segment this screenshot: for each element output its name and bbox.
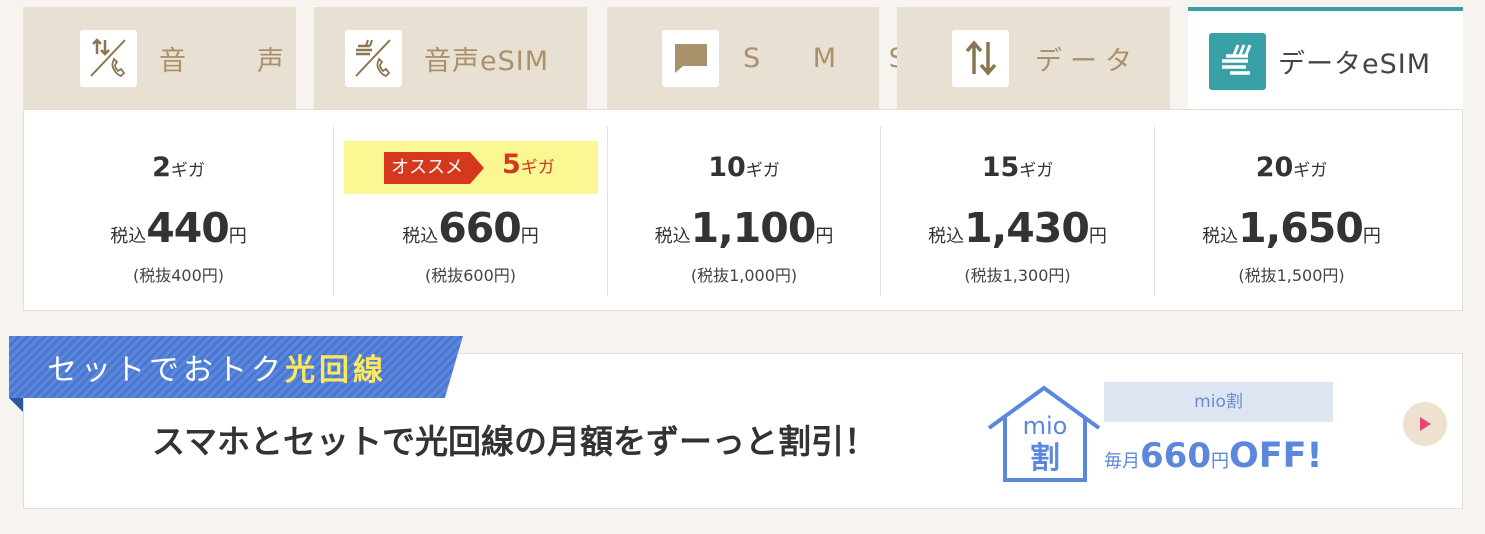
recommend-highlight: オススメ 5ギガ (344, 141, 598, 194)
logo-text-mio: mio (1023, 412, 1068, 440)
price-tax-excluded: (税抜600円) (424, 266, 517, 285)
data-amount: 2ギガ (152, 152, 205, 183)
price-tax-included: 税込1,100円 (654, 204, 834, 252)
price-tax-included: 税込1,430円 (928, 204, 1107, 252)
banner-next-button[interactable] (1403, 402, 1447, 446)
play-arrow-icon (1420, 417, 1431, 431)
tab-label: 音 声 (159, 45, 306, 77)
price-table: 2ギガ 税込440円 (税抜400円) オススメ 5ギガ 税込660円 (税抜6… (23, 109, 1463, 311)
price-tax-excluded: (税抜1,300円) (964, 266, 1071, 285)
tab-label: データ (1035, 45, 1140, 77)
voice-esim-icon (345, 29, 402, 87)
tab-label: データeSIM (1278, 48, 1432, 80)
banner-ribbon-fold (9, 398, 23, 412)
ribbon-highlight: 光回線 (285, 353, 387, 388)
plan-20gb[interactable]: 20ギガ 税込1,650円 (税抜1,500円) (1154, 126, 1462, 296)
data-amount: 5ギガ (502, 149, 555, 180)
tab-voice[interactable]: 音 声 (23, 7, 296, 109)
plan-10gb[interactable]: 10ギガ 税込1,100円 (税抜1,000円) (607, 126, 880, 296)
logo-text-wari: 割 (1030, 441, 1060, 476)
mio-wari-label: mio割 (1104, 382, 1333, 422)
price-tax-included: 税込660円 (402, 204, 539, 252)
price-tax-excluded: (税抜1,000円) (690, 266, 798, 285)
tab-sms[interactable]: S M S (607, 7, 906, 109)
data-amount: 20ギガ (1255, 152, 1328, 183)
plan-5gb[interactable]: オススメ 5ギガ 税込660円 (税抜600円) (333, 126, 607, 296)
tab-voice-esim[interactable]: 音声eSIM (314, 7, 587, 109)
price-tax-included: 税込440円 (110, 204, 247, 252)
data-amount: 10ギガ (708, 152, 780, 183)
banner-message: スマホとセットで光回線の月額をずーっと割引！ (152, 422, 878, 461)
price-tax-excluded: (税抜400円) (132, 266, 225, 285)
sms-chat-icon (662, 29, 719, 87)
data-amount: 15ギガ (981, 152, 1054, 183)
price-tax-included: 税込1,650円 (1202, 204, 1381, 252)
plan-type-tabs: 音 声 音声eSIM S M S データ データeSIM (23, 7, 1463, 111)
plan-15gb[interactable]: 15ギガ 税込1,430円 (税抜1,300円) (880, 126, 1154, 296)
price-tax-excluded: (税抜1,500円) (1238, 266, 1345, 285)
recommend-badge: オススメ (384, 152, 484, 184)
tab-data[interactable]: データ (897, 7, 1170, 109)
plan-2gb[interactable]: 2ギガ 税込440円 (税抜400円) (24, 126, 333, 296)
discount-offer: 毎月660円OFF! (1104, 436, 1323, 476)
voice-phone-icon (80, 29, 137, 87)
mio-wari-logo-icon: mio 割 (985, 384, 1103, 488)
data-esim-icon (1209, 32, 1266, 90)
data-arrows-icon (952, 29, 1009, 87)
tab-label: 音声eSIM (424, 45, 550, 77)
banner-ribbon-text: セットでおトク光回線 (47, 353, 387, 388)
tab-data-esim[interactable]: データeSIM (1188, 7, 1463, 111)
